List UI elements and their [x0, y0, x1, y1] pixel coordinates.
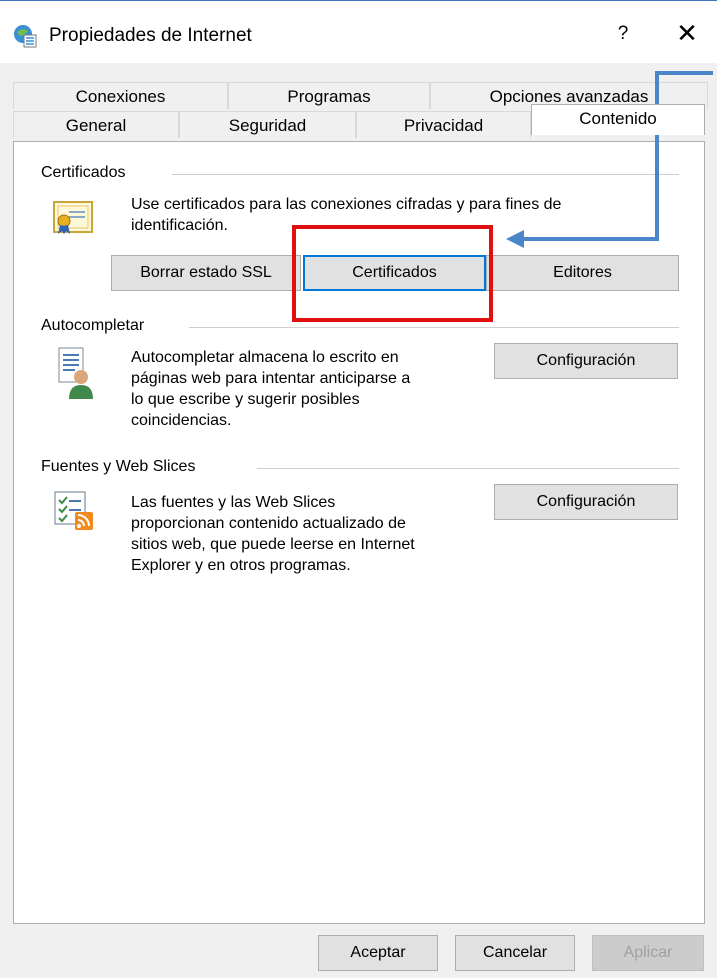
apply-button[interactable]: Aplicar — [592, 935, 704, 971]
internet-properties-dialog: Propiedades de Internet ? ✕ Conexiones P… — [0, 0, 717, 978]
help-button[interactable]: ? — [612, 23, 634, 45]
internet-options-icon — [14, 25, 37, 48]
certificates-description-line1: Use certificados para las conexiones cif… — [131, 196, 562, 213]
autocomplete-icon — [58, 347, 93, 399]
feeds-description-line: proporcionan contenido actualizado de — [131, 515, 406, 532]
feeds-icon — [54, 491, 93, 530]
autocomplete-settings-button[interactable]: Configuración — [494, 343, 678, 379]
publishers-button[interactable]: Editores — [486, 255, 679, 291]
feeds-group-divider — [257, 468, 679, 469]
feeds-group-label: Fuentes y Web Slices — [41, 458, 196, 476]
cancel-button[interactable]: Cancelar — [455, 935, 575, 971]
autocomplete-description: Autocompletar almacena lo escrito en pág… — [131, 347, 471, 431]
tab-conexiones[interactable]: Conexiones — [13, 82, 228, 109]
tab-programas[interactable]: Programas — [228, 82, 430, 109]
title-bar: Propiedades de Internet ? ✕ — [0, 1, 717, 63]
autocomplete-description-line: Autocompletar almacena lo escrito en — [131, 349, 399, 366]
feeds-description-line: sitios web, que puede leerse en Internet — [131, 536, 415, 553]
ok-button[interactable]: Aceptar — [318, 935, 438, 971]
feeds-description: Las fuentes y las Web Slices proporciona… — [131, 492, 481, 576]
autocomplete-description-line: lo que escribe y sugerir posibles — [131, 391, 360, 408]
certificates-group-label: Certificados — [41, 164, 126, 182]
feeds-settings-button[interactable]: Configuración — [494, 484, 678, 520]
tab-contenido[interactable]: Contenido — [531, 104, 705, 135]
certificates-button[interactable]: Certificados — [303, 255, 486, 291]
autocomplete-description-line: coincidencias. — [131, 412, 232, 429]
certificates-group-divider — [172, 174, 679, 175]
feeds-description-line: Las fuentes y las Web Slices — [131, 494, 336, 511]
certificate-icon — [53, 201, 93, 234]
tab-general[interactable]: General — [13, 111, 179, 138]
window-title: Propiedades de Internet — [49, 25, 252, 46]
certificates-description-line2: identificación. — [131, 217, 228, 234]
close-button[interactable]: ✕ — [673, 18, 701, 49]
autocomplete-group-label: Autocompletar — [41, 317, 145, 335]
tab-privacidad[interactable]: Privacidad — [356, 111, 531, 138]
clear-ssl-state-button[interactable]: Borrar estado SSL — [111, 255, 301, 291]
tab-seguridad[interactable]: Seguridad — [179, 111, 356, 138]
content-tab-panel: Certificados Use certificados para las c… — [13, 141, 705, 924]
autocomplete-group-divider — [189, 327, 679, 328]
feeds-description-line: Explorer y en otros programas. — [131, 557, 351, 574]
autocomplete-description-line: páginas web para intentar anticiparse a — [131, 370, 411, 387]
